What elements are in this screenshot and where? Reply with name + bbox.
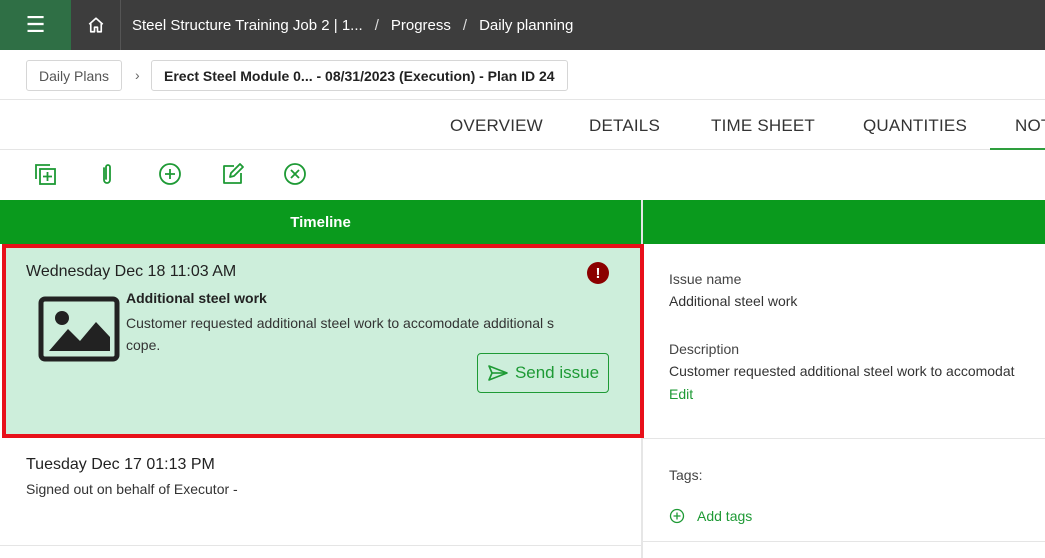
breadcrumb-job[interactable]: Steel Structure Training Job 2 | 1... (132, 17, 363, 34)
timeline-item[interactable]: Tuesday Dec 17 01:13 PM Signed out on be… (0, 440, 641, 546)
add-tags-label: Add tags (697, 508, 753, 524)
breadcrumb-progress[interactable]: Progress (391, 17, 451, 34)
top-divider (120, 0, 121, 50)
plan-breadcrumb-row: Daily Plans › Erect Steel Module 0... - … (0, 50, 1045, 100)
chevron-right-icon: › (135, 67, 140, 83)
edit-button[interactable] (219, 160, 247, 188)
paperclip-icon (103, 164, 111, 184)
send-issue-label: Send issue (514, 363, 600, 382)
daily-plans-link[interactable]: Daily Plans (26, 60, 123, 91)
timeline-item-selected[interactable]: Wednesday Dec 18 11:03 AM ! Additional s… (2, 244, 644, 438)
tab-quantities[interactable]: QUANTITIES (863, 116, 967, 136)
hamburger-icon: ☰ (25, 12, 46, 37)
timeline-item-text: Signed out on behalf of Executor - (26, 481, 238, 497)
issue-description: Customer requested additional steel work… (126, 315, 555, 353)
issue-name-value: Additional steel work (669, 293, 798, 309)
tab-notes[interactable]: NOT (1015, 116, 1045, 136)
issue-name-label: Issue name (669, 271, 742, 287)
breadcrumb-daily-planning[interactable]: Daily planning (479, 17, 573, 34)
tags-label: Tags: (669, 467, 703, 483)
plus-circle-icon (159, 163, 181, 185)
copy-add-button[interactable] (31, 160, 59, 188)
details-divider (643, 438, 1045, 439)
alert-icon: ! (587, 262, 609, 284)
details-divider (643, 541, 1045, 542)
timeline-header: Timeline (0, 200, 641, 244)
attach-button[interactable] (93, 160, 121, 188)
current-plan-pill[interactable]: Erect Steel Module 0... - 08/31/2023 (Ex… (151, 60, 568, 91)
description-label: Description (669, 341, 740, 357)
timeline-item-date: Wednesday Dec 18 11:03 AM (26, 263, 237, 280)
copy-add-icon (35, 164, 56, 185)
top-bar: ☰ Steel Structure Training Job 2 | 1... … (0, 0, 1045, 50)
home-icon (88, 17, 104, 33)
details-header (643, 200, 1045, 244)
breadcrumb: Steel Structure Training Job 2 | 1... / … (132, 0, 573, 50)
breadcrumb-separator: / (462, 16, 468, 34)
description-value: Customer requested additional steel work… (669, 363, 1015, 379)
breadcrumb-separator: / (374, 16, 379, 34)
edit-description-link[interactable]: Edit (669, 386, 693, 402)
send-issue-button[interactable]: Send issue (477, 353, 609, 393)
add-button[interactable] (156, 160, 184, 188)
tab-time-sheet[interactable]: TIME SHEET (711, 116, 815, 136)
tab-overview[interactable]: OVERVIEW (450, 116, 543, 136)
plus-circle-icon (669, 508, 685, 524)
send-icon (488, 365, 508, 381)
tab-bar: OVERVIEW DETAILS TIME SHEET QUANTITIES N… (0, 100, 1045, 150)
tab-details[interactable]: DETAILS (589, 116, 660, 136)
timeline-item-date: Tuesday Dec 17 01:13 PM (26, 456, 215, 473)
active-tab-indicator (990, 148, 1045, 150)
hamburger-menu-button[interactable]: ☰ (0, 0, 71, 50)
cancel-button[interactable] (281, 160, 309, 188)
add-tags-button[interactable]: Add tags (669, 508, 752, 524)
image-placeholder-icon (38, 296, 120, 367)
edit-icon (223, 163, 244, 184)
issue-title: Additional steel work (126, 290, 267, 306)
x-circle-icon (284, 163, 306, 185)
home-button[interactable] (71, 0, 121, 50)
